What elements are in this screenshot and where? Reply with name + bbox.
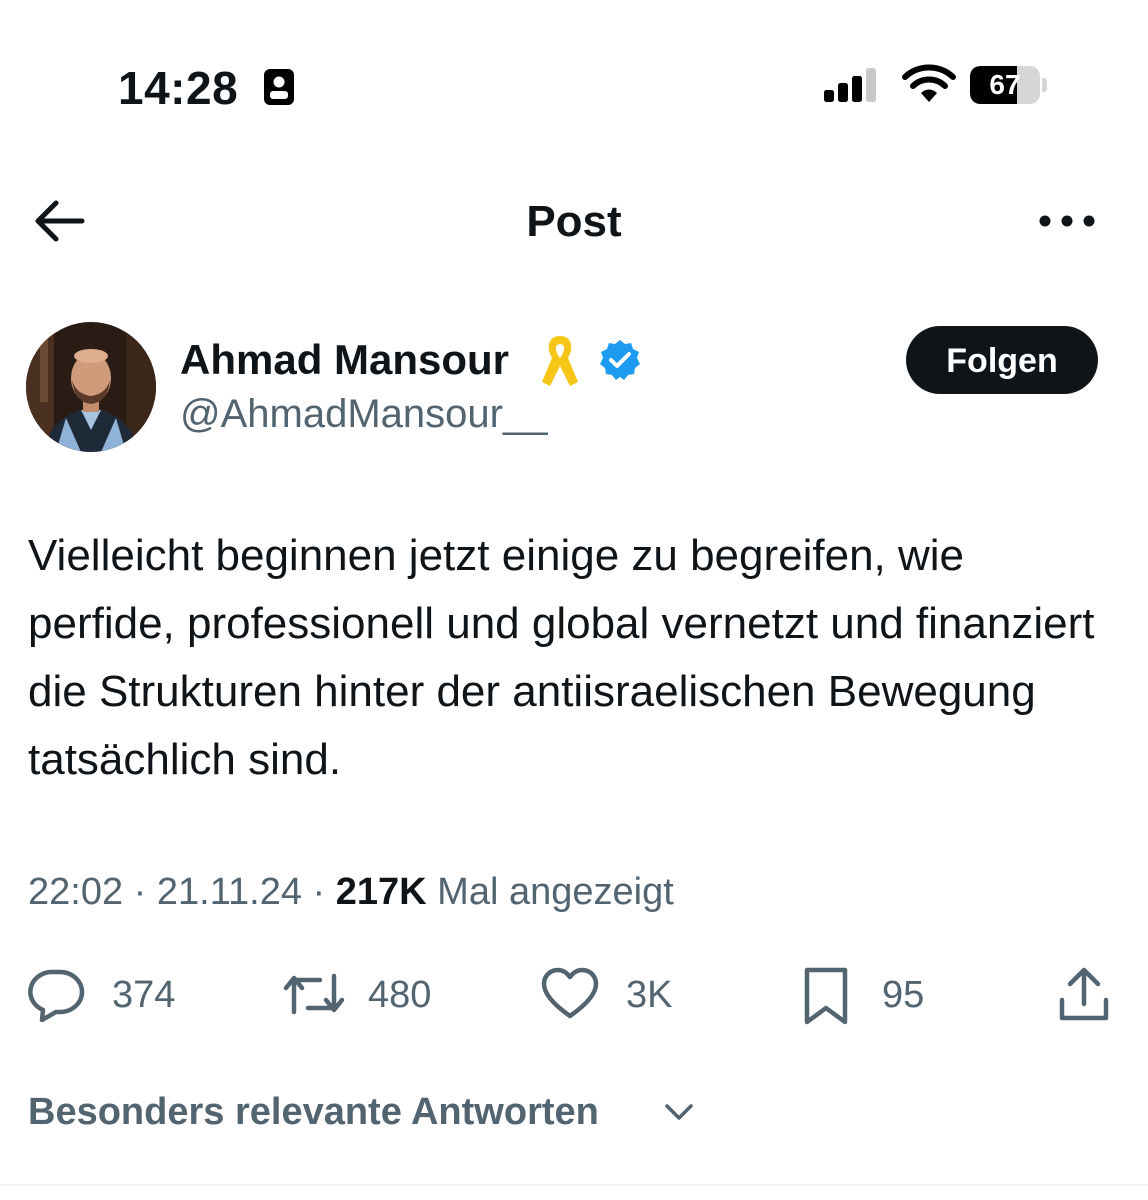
post-detail-screen: 14:28 67 Post Ahmad Mansour @AhmadMansou…: [0, 0, 1148, 1200]
views-count: 217K: [335, 871, 427, 913]
replies-sort-dropdown[interactable]: Besonders relevante Antworten: [28, 1086, 693, 1138]
reply-icon: [28, 969, 85, 1022]
post-meta: 22:02 · 21.11.24 · 217K Mal angezeigt: [28, 866, 674, 918]
share-icon: [1059, 967, 1109, 1021]
ellipsis-icon[interactable]: [1036, 206, 1098, 236]
post-text: Vielleicht beginnen jetzt einige zu begr…: [28, 531, 1095, 784]
repost-count: 480: [368, 974, 432, 1016]
views-label: Mal angezeigt: [437, 871, 674, 913]
heart-icon: [541, 967, 599, 1019]
status-time: 14:28: [118, 62, 239, 114]
reply-button[interactable]: 374: [26, 962, 186, 1026]
like-button[interactable]: 3K: [540, 962, 690, 1026]
cellular-signal-icon: [824, 68, 876, 102]
repost-icon: [283, 973, 345, 1015]
reply-count: 374: [112, 974, 176, 1016]
battery-percent: 67: [989, 69, 1021, 100]
post-date[interactable]: 21.11.24: [157, 871, 302, 913]
divider: [0, 1184, 1148, 1186]
bookmark-count: 95: [882, 974, 925, 1016]
meta-separator: ·: [312, 871, 326, 913]
avatar[interactable]: [26, 322, 156, 452]
share-button[interactable]: [1056, 962, 1112, 1026]
battery-indicator: 67: [970, 66, 1048, 104]
author-handle[interactable]: @AhmadMansour__: [180, 388, 547, 440]
chevron-down-icon: [665, 1104, 693, 1120]
follow-button[interactable]: Folgen: [906, 326, 1098, 394]
page-title: Post: [526, 197, 622, 246]
person-id-icon: [264, 69, 294, 105]
wifi-icon: [902, 64, 956, 102]
yellow-ribbon-icon: [542, 336, 578, 386]
author-name[interactable]: Ahmad Mansour: [180, 334, 509, 386]
repost-button[interactable]: 480: [282, 962, 452, 1026]
bookmark-icon: [804, 967, 848, 1025]
like-count: 3K: [626, 974, 673, 1016]
replies-sort-label: Besonders relevante Antworten: [28, 1091, 599, 1133]
post-time[interactable]: 22:02: [28, 871, 123, 913]
bookmark-button[interactable]: 95: [800, 962, 940, 1026]
verified-badge-icon: [600, 340, 640, 380]
meta-separator: ·: [133, 871, 147, 913]
